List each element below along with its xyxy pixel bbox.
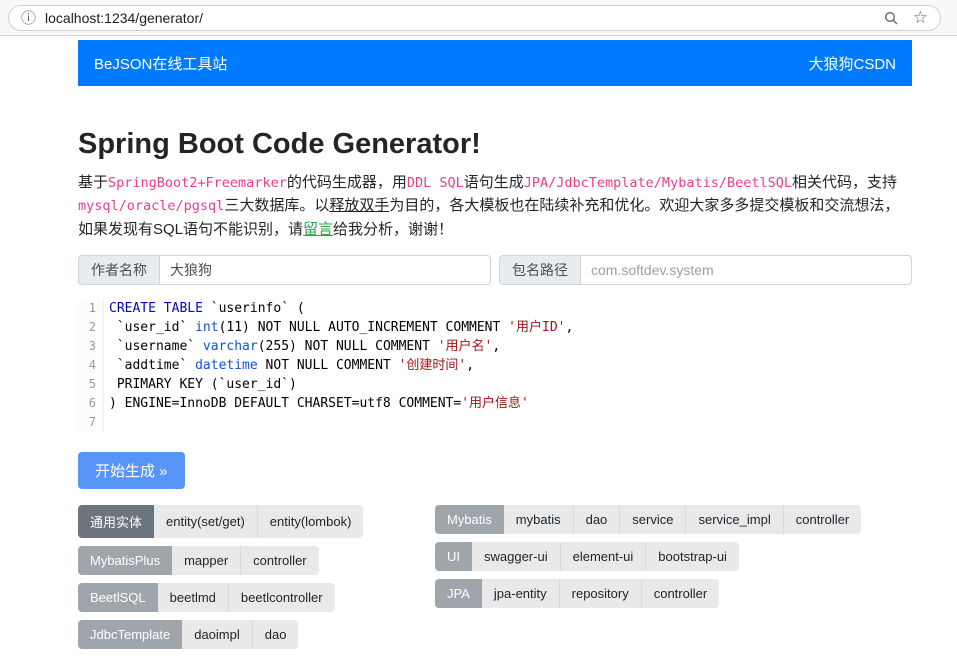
group-mybatis: Mybatis mybatis dao service service_impl… [435, 505, 861, 534]
site-info-icon[interactable]: ⓘ [21, 7, 36, 28]
zoom-icon[interactable] [883, 10, 899, 26]
author-input[interactable] [159, 255, 491, 285]
feedback-link[interactable]: 留言 [303, 221, 333, 238]
template-button[interactable]: controller [641, 579, 719, 608]
code-line: 7 [78, 413, 912, 432]
author-label: 作者名称 [78, 255, 159, 285]
author-input-group: 作者名称 [78, 255, 491, 285]
groups-left-column: 通用实体 entity(set/get) entity(lombok) Myba… [78, 505, 435, 657]
line-number: 5 [78, 375, 104, 394]
group-leader-common-entity: 通用实体 [78, 505, 154, 538]
code-line: 2 `user_id` int(11) NOT NULL AUTO_INCREM… [78, 318, 912, 337]
template-button[interactable]: beetlcontroller [228, 583, 335, 612]
template-button[interactable]: entity(lombok) [257, 505, 364, 538]
package-label: 包名路径 [499, 255, 580, 285]
line-number: 1 [78, 299, 104, 318]
url-text[interactable]: localhost:1234/generator/ [45, 10, 203, 26]
group-leader-jdbctemplate: JdbcTemplate [78, 620, 182, 649]
group-jpa: JPA jpa-entity repository controller [435, 579, 719, 608]
template-button[interactable]: bootstrap-ui [645, 542, 739, 571]
desc-code-databases: mysql/oracle/pgsql [78, 198, 224, 214]
desc-text: 相关代码，支持 [792, 174, 897, 191]
url-bar[interactable]: ⓘ localhost:1234/generator/ ☆ [8, 5, 941, 31]
page: BeJSON在线工具站 大狼狗CSDN Spring Boot Code Gen… [0, 36, 957, 657]
code-line: 5 PRIMARY KEY (`user_id`) [78, 375, 912, 394]
desc-text: 的代码生成器，用 [287, 174, 407, 191]
sql-editor[interactable]: 1 CREATE TABLE `userinfo` ( 2 `user_id` … [78, 299, 912, 432]
desc-text: 三大数据库。以 [224, 197, 329, 214]
groups-right-column: Mybatis mybatis dao service service_impl… [435, 505, 912, 657]
group-ui: UI swagger-ui element-ui bootstrap-ui [435, 542, 739, 571]
desc-emphasis: 释放双手 [329, 197, 389, 214]
desc-code-springboot: SpringBoot2+Freemarker [108, 175, 287, 191]
line-number: 2 [78, 318, 104, 337]
bookmark-star-icon[interactable]: ☆ [913, 9, 928, 26]
group-jdbctemplate: JdbcTemplate daoimpl dao [78, 620, 298, 649]
desc-text: 语句生成 [464, 174, 524, 191]
group-leader-beetlsql: BeetlSQL [78, 583, 158, 612]
desc-text: 给我分析，谢谢！ [333, 221, 453, 238]
package-input-group: 包名路径 [499, 255, 912, 285]
group-leader-ui: UI [435, 542, 472, 571]
template-button[interactable]: dao [573, 505, 620, 534]
desc-code-frameworks: JPA/JdbcTemplate/Mybatis/BeetlSQL [524, 175, 792, 191]
template-button[interactable]: mybatis [504, 505, 573, 534]
group-mybatisplus: MybatisPlus mapper controller [78, 546, 319, 575]
line-number: 4 [78, 356, 104, 375]
template-button[interactable]: daoimpl [182, 620, 252, 649]
template-button[interactable]: service [619, 505, 685, 534]
code-line: 6 ) ENGINE=InnoDB DEFAULT CHARSET=utf8 C… [78, 394, 912, 413]
description: 基于SpringBoot2+Freemarker的代码生成器，用DDL SQL语… [78, 171, 912, 241]
template-button[interactable]: beetlmd [158, 583, 228, 612]
settings-row: 作者名称 包名路径 [78, 255, 912, 285]
line-number: 7 [78, 413, 104, 432]
code-line: 3 `username` varchar(255) NOT NULL COMME… [78, 337, 912, 356]
package-input[interactable] [580, 255, 912, 285]
group-common-entity: 通用实体 entity(set/get) entity(lombok) [78, 505, 363, 538]
csdn-link[interactable]: 大狼狗CSDN [808, 53, 896, 74]
template-button[interactable]: entity(set/get) [154, 505, 257, 538]
template-button[interactable]: controller [240, 546, 318, 575]
template-button[interactable]: dao [252, 620, 299, 649]
page-title: Spring Boot Code Generator! [78, 128, 912, 161]
template-button[interactable]: mapper [172, 546, 240, 575]
line-number: 6 [78, 394, 104, 413]
group-beetlsql: BeetlSQL beetlmd beetlcontroller [78, 583, 335, 612]
omnibox-actions: ☆ [883, 9, 928, 26]
group-leader-jpa: JPA [435, 579, 482, 608]
code-line: 4 `addtime` datetime NOT NULL COMMENT '创… [78, 356, 912, 375]
template-button[interactable]: service_impl [685, 505, 782, 534]
generate-button[interactable]: 开始生成 » [78, 452, 185, 489]
navbar: BeJSON在线工具站 大狼狗CSDN [78, 40, 912, 86]
group-leader-mybatisplus: MybatisPlus [78, 546, 172, 575]
brand-link[interactable]: BeJSON在线工具站 [94, 53, 227, 74]
template-button[interactable]: repository [559, 579, 641, 608]
template-button[interactable]: controller [783, 505, 861, 534]
code-line: 1 CREATE TABLE `userinfo` ( [78, 299, 912, 318]
template-groups: 通用实体 entity(set/get) entity(lombok) Myba… [78, 505, 912, 657]
line-number: 3 [78, 337, 104, 356]
browser-chrome: ⓘ localhost:1234/generator/ ☆ [0, 0, 957, 36]
template-button[interactable]: element-ui [560, 542, 646, 571]
group-leader-mybatis: Mybatis [435, 505, 504, 534]
template-button[interactable]: jpa-entity [482, 579, 559, 608]
desc-code-ddl: DDL SQL [407, 175, 464, 191]
container: BeJSON在线工具站 大狼狗CSDN Spring Boot Code Gen… [78, 40, 912, 657]
template-button[interactable]: swagger-ui [472, 542, 560, 571]
desc-text: 基于 [78, 174, 108, 191]
